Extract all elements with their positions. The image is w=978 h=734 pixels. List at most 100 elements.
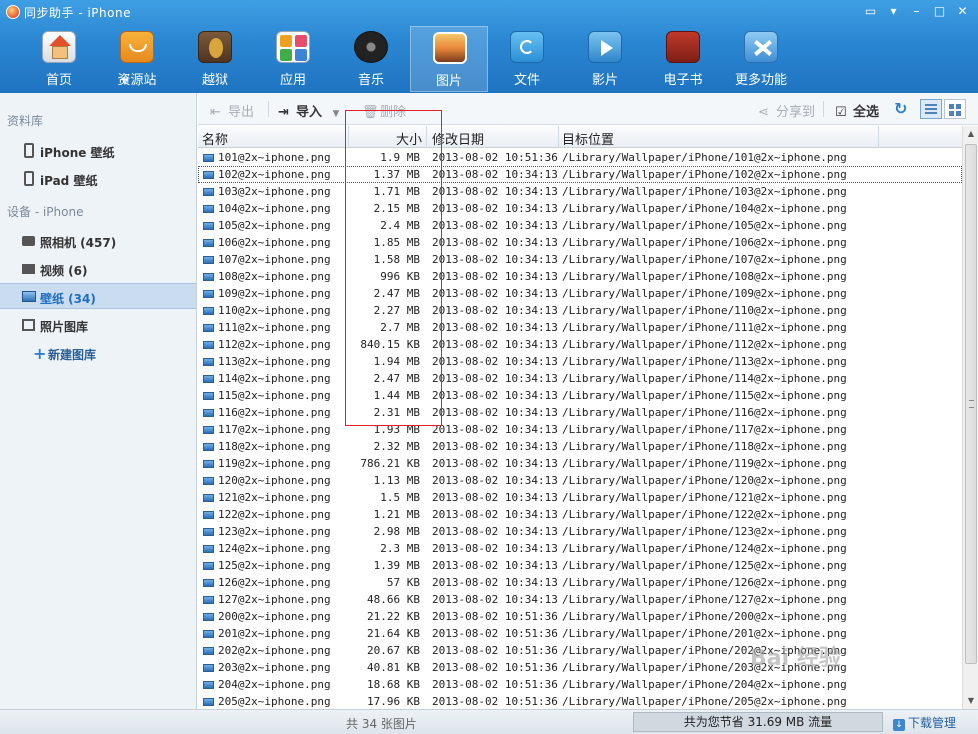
table-row[interactable]: 121@2x~iphone.png 1.5 MB 2013-08-02 10:34:… <box>198 489 962 506</box>
file-name-cell: 107@2x~iphone.png <box>218 253 331 266</box>
table-row[interactable]: 200@2x~iphone.png 21.22 KB 2013-08-02 10:5… <box>198 608 962 625</box>
sidebar-item-wallpaper[interactable]: 壁纸 (34) <box>0 283 196 309</box>
column-divider[interactable] <box>348 126 349 148</box>
table-row[interactable]: 202@2x~iphone.png 20.67 KB 2013-08-02 10:5… <box>198 642 962 659</box>
sidebar-item-video[interactable]: 视频 (6) <box>0 256 196 282</box>
chat-icon[interactable]: ▭ <box>861 3 880 19</box>
table-row[interactable]: 109@2x~iphone.png 2.47 MB 2013-08-02 10:34… <box>198 285 962 302</box>
grid-icon <box>949 104 954 109</box>
scrollbar-thumb[interactable] <box>965 144 977 664</box>
nav-more[interactable]: 更多功能 <box>722 26 800 92</box>
sidebar-item-camera[interactable]: 照相机 (457) <box>0 228 196 254</box>
table-row[interactable]: 123@2x~iphone.png 2.98 MB 2013-08-02 10:34… <box>198 523 962 540</box>
close-icon[interactable]: ✕ <box>953 3 972 19</box>
table-row[interactable]: 205@2x~iphone.png 17.96 KB 2013-08-02 10:5… <box>198 693 962 709</box>
table-row[interactable]: 120@2x~iphone.png 1.13 MB 2013-08-02 10:34… <box>198 472 962 489</box>
sidebar-item-ipad-wallpaper[interactable]: iPad 壁纸 <box>0 166 196 192</box>
target-path-cell: /Library/Wallpaper/iPhone/104@2x~iphone.… <box>562 202 847 215</box>
target-path-cell: /Library/Wallpaper/iPhone/123@2x~iphone.… <box>562 525 847 538</box>
table-row[interactable]: 105@2x~iphone.png 2.4 MB 2013-08-02 10:34:… <box>198 217 962 234</box>
table-row[interactable]: 203@2x~iphone.png 40.81 KB 2013-08-02 10:5… <box>198 659 962 676</box>
target-path-cell: /Library/Wallpaper/iPhone/102@2x~iphone.… <box>562 168 847 181</box>
file-size-cell: 996 KB <box>380 270 420 283</box>
file-name-cell: 113@2x~iphone.png <box>218 355 331 368</box>
scroll-down-icon[interactable]: ▼ <box>963 693 978 709</box>
table-row[interactable]: 104@2x~iphone.png 2.15 MB 2013-08-02 10:34… <box>198 200 962 217</box>
png-file-icon <box>203 698 214 706</box>
nav-store[interactable]: 资源站 <box>98 26 176 92</box>
file-name-cell: 205@2x~iphone.png <box>218 695 331 708</box>
table-row[interactable]: 127@2x~iphone.png 48.66 KB 2013-08-02 10:3… <box>198 591 962 608</box>
png-file-icon <box>203 596 214 604</box>
import-button[interactable]: ⇥ 导入 ▼ <box>278 101 339 120</box>
table-row[interactable]: 124@2x~iphone.png 2.3 MB 2013-08-02 10:34:… <box>198 540 962 557</box>
table-row[interactable]: 101@2x~iphone.png 1.9 MB 2013-08-02 10:51:… <box>198 149 962 166</box>
sidebar-item-iphone-wallpaper[interactable]: iPhone 壁纸 <box>0 138 196 164</box>
sidebar-item-label: 视频 (6) <box>40 264 88 278</box>
nav-home[interactable]: 首页 <box>20 26 98 92</box>
table-row[interactable]: 106@2x~iphone.png 1.85 MB 2013-08-02 10:34… <box>198 234 962 251</box>
column-divider[interactable] <box>558 126 559 148</box>
table-row[interactable]: 103@2x~iphone.png 1.71 MB 2013-08-02 10:34… <box>198 183 962 200</box>
grid-view-button[interactable] <box>944 99 966 119</box>
refresh-icon[interactable]: ↻ <box>894 99 907 118</box>
png-file-icon <box>203 630 214 638</box>
table-row[interactable]: 111@2x~iphone.png 2.7 MB 2013-08-02 10:34:… <box>198 319 962 336</box>
modified-date-cell: 2013-08-02 10:34:13 <box>432 576 558 589</box>
table-row[interactable]: 108@2x~iphone.png 996 KB 2013-08-02 10:34:… <box>198 268 962 285</box>
column-divider[interactable] <box>426 126 427 148</box>
column-header-size[interactable]: 大小 <box>396 129 422 148</box>
nav-videos[interactable]: 影片 <box>566 26 644 92</box>
nav-apps[interactable]: 应用 <box>254 26 332 92</box>
table-row[interactable]: 118@2x~iphone.png 2.32 MB 2013-08-02 10:34… <box>198 438 962 455</box>
file-size-cell: 20.67 KB <box>367 644 420 657</box>
maximize-icon[interactable]: □ <box>930 3 949 19</box>
table-row[interactable]: 126@2x~iphone.png 57 KB 2013-08-02 10:34:1… <box>198 574 962 591</box>
table-row[interactable]: 201@2x~iphone.png 21.64 KB 2013-08-02 10:5… <box>198 625 962 642</box>
table-row[interactable]: 116@2x~iphone.png 2.31 MB 2013-08-02 10:34… <box>198 404 962 421</box>
table-row[interactable]: 122@2x~iphone.png 1.21 MB 2013-08-02 10:34… <box>198 506 962 523</box>
scroll-up-icon[interactable]: ▲ <box>963 126 978 142</box>
list-view-button[interactable] <box>920 99 942 119</box>
table-row[interactable]: 117@2x~iphone.png 1.93 MB 2013-08-02 10:34… <box>198 421 962 438</box>
nav-photos[interactable]: 图片 <box>410 26 488 92</box>
column-divider[interactable] <box>878 126 879 148</box>
table-row[interactable]: 107@2x~iphone.png 1.58 MB 2013-08-02 10:34… <box>198 251 962 268</box>
table-row[interactable]: 102@2x~iphone.png 1.37 MB 2013-08-02 10:34… <box>198 166 962 183</box>
table-row[interactable]: 119@2x~iphone.png 786.21 KB 2013-08-02 10:… <box>198 455 962 472</box>
file-size-cell: 1.94 MB <box>373 355 420 368</box>
table-row[interactable]: 112@2x~iphone.png 840.15 KB 2013-08-02 10:… <box>198 336 962 353</box>
png-file-icon <box>203 273 214 281</box>
new-album-button[interactable]: + 新建图库 <box>0 340 196 366</box>
file-name-cell: 111@2x~iphone.png <box>218 321 331 334</box>
table-row[interactable]: 114@2x~iphone.png 2.47 MB 2013-08-02 10:34… <box>198 370 962 387</box>
nav-files[interactable]: 文件 <box>488 26 566 92</box>
table-row[interactable]: 204@2x~iphone.png 18.68 KB 2013-08-02 10:5… <box>198 676 962 693</box>
select-all-button[interactable]: ☑ 全选 <box>835 101 879 120</box>
nav-ebooks[interactable]: 电子书 <box>644 26 722 92</box>
png-file-icon <box>203 664 214 672</box>
nav-music[interactable]: 音乐 <box>332 26 410 92</box>
delete-button[interactable]: 🗑删除 <box>362 101 406 120</box>
table-row[interactable]: 125@2x~iphone.png 1.39 MB 2013-08-02 10:34… <box>198 557 962 574</box>
target-path-cell: /Library/Wallpaper/iPhone/101@2x~iphone.… <box>562 151 847 164</box>
export-button[interactable]: ⇤ 导出 <box>210 101 254 120</box>
table-row[interactable]: 115@2x~iphone.png 1.44 MB 2013-08-02 10:34… <box>198 387 962 404</box>
share-button[interactable]: ⋖ 分享到 <box>758 101 815 120</box>
table-row[interactable]: 113@2x~iphone.png 1.94 MB 2013-08-02 10:34… <box>198 353 962 370</box>
column-header-name[interactable]: 名称 <box>202 129 228 148</box>
vertical-scrollbar[interactable]: ▲ ▼ <box>962 126 978 709</box>
column-header-target[interactable]: 目标位置 <box>562 129 614 148</box>
sidebar: 资料库 iPhone 壁纸 iPad 壁纸 设备 - iPhone 照相机 (4… <box>0 93 197 709</box>
nav-jailbreak[interactable]: 越狱 <box>176 26 254 92</box>
sidebar-item-photo-library[interactable]: 照片图库 <box>0 312 196 338</box>
download-manager-button[interactable]: ↓ 下载管理 <box>893 714 956 731</box>
modified-date-cell: 2013-08-02 10:34:13 <box>432 253 558 266</box>
file-size-cell: 21.22 KB <box>367 610 420 623</box>
table-row[interactable]: 110@2x~iphone.png 2.27 MB 2013-08-02 10:34… <box>198 302 962 319</box>
grid-icon-cell <box>956 104 961 109</box>
column-header-date[interactable]: 修改日期 <box>432 129 484 148</box>
skin-icon[interactable]: ▾ <box>884 3 903 19</box>
minimize-icon[interactable]: – <box>907 3 926 19</box>
modified-date-cell: 2013-08-02 10:34:13 <box>432 559 558 572</box>
